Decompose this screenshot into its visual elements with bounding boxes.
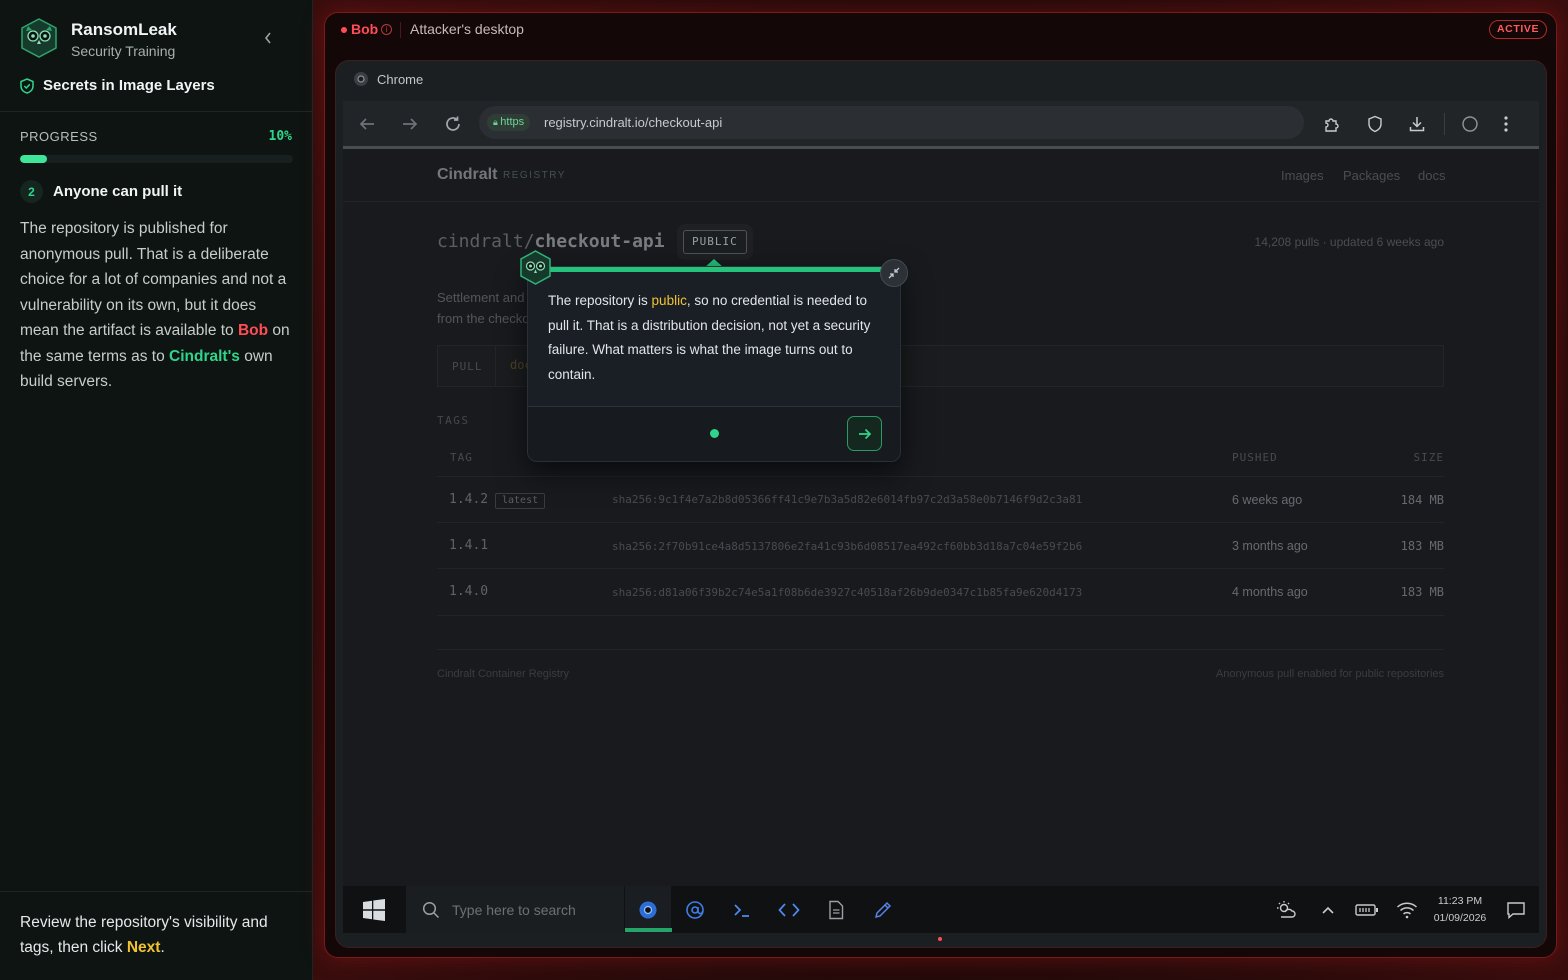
owl-logo-icon: [21, 18, 57, 58]
puzzle-icon: [1325, 117, 1339, 132]
code-icon: [778, 902, 800, 917]
arrow-left-icon: [359, 117, 374, 130]
browser-title: Chrome: [353, 71, 423, 87]
next-button[interactable]: [847, 416, 882, 451]
start-button[interactable]: [343, 886, 405, 933]
popover-highlight: public: [651, 293, 687, 308]
live-dot: [341, 27, 347, 33]
taskbar-mail[interactable]: [672, 886, 718, 933]
step-number-badge: 2: [20, 180, 43, 203]
popover-text: The repository is public, so no credenti…: [548, 289, 888, 387]
chevron-up-icon: [1322, 906, 1334, 914]
weather-tray[interactable]: [1270, 886, 1302, 933]
status-badge: ACTIVE: [1489, 20, 1548, 39]
desc-cindralt: Cindralt's: [169, 347, 240, 365]
frame-indicator-dot: [938, 937, 942, 941]
taskbar-browser[interactable]: [625, 886, 671, 933]
hint-text: .: [160, 939, 165, 956]
battery-tray[interactable]: [1354, 886, 1380, 933]
taskbar-notes[interactable]: [813, 886, 859, 933]
hint-next: Next: [126, 939, 161, 956]
collapse-sidebar-button[interactable]: [263, 30, 273, 51]
pen-icon: [874, 901, 892, 918]
active-app-indicator: [625, 928, 672, 932]
shield-icon: [1368, 115, 1382, 132]
clock-date: 01/09/2026: [1433, 912, 1487, 924]
taskbar-paint[interactable]: [860, 886, 906, 933]
divider: [0, 111, 313, 112]
step-title: Anyone can pull it: [53, 183, 183, 200]
arrow-right-icon: [858, 428, 871, 439]
popover-accent: [528, 267, 900, 272]
downloads-button[interactable]: [1405, 101, 1429, 146]
lesson-title: Secrets in Image Layers: [20, 77, 215, 94]
step-indicator-dot: [710, 429, 719, 438]
frame-user: Bob: [351, 21, 379, 37]
divider: [400, 22, 401, 38]
document-icon: [829, 900, 844, 919]
frame-title: Attacker's desktop: [410, 21, 524, 37]
progress-label: PROGRESS: [20, 129, 98, 144]
taskbar-search[interactable]: Type here to search: [406, 886, 624, 933]
lesson-sidebar: RansomLeak Security Training Secrets in …: [0, 0, 313, 980]
chat-icon: [1507, 901, 1525, 919]
https-badge: 🔒︎ https: [487, 114, 531, 131]
browser-icon: [639, 901, 657, 918]
current-step: 2 Anyone can pull it: [20, 180, 182, 203]
lesson-title-text: Secrets in Image Layers: [43, 77, 215, 94]
taskbar-code-editor[interactable]: [766, 886, 812, 933]
profile-circle-icon: [1462, 115, 1478, 132]
back-button[interactable]: [355, 101, 379, 146]
download-icon: [1409, 116, 1425, 131]
brand: RansomLeak Security Training: [20, 18, 300, 60]
reload-button[interactable]: [441, 101, 465, 146]
more-vertical-icon: [1504, 115, 1508, 132]
taskbar-terminal[interactable]: [719, 886, 765, 933]
battery-icon: [1355, 903, 1378, 916]
search-icon: [422, 901, 440, 918]
collapse-icon: [888, 267, 900, 279]
browser-app-name: Chrome: [377, 71, 424, 87]
shield-icon: [20, 77, 34, 94]
extensions-button[interactable]: [1320, 101, 1344, 146]
chevron-left-icon: [264, 32, 271, 44]
owl-guide-icon: [520, 250, 551, 285]
task-hint: Review the repository's visibility and t…: [0, 891, 313, 980]
minimize-popover-button[interactable]: [880, 259, 908, 287]
brand-title: RansomLeak: [71, 20, 177, 39]
desc-bob: Bob: [237, 322, 269, 339]
progress-bar: [20, 155, 293, 163]
shield-button[interactable]: [1363, 101, 1387, 146]
terminal-icon: [734, 903, 749, 917]
chrome-icon: [354, 72, 368, 86]
wifi-icon: [1396, 902, 1418, 918]
reload-icon: [446, 116, 460, 131]
forward-button[interactable]: [398, 101, 422, 146]
search-placeholder: Type here to search: [452, 901, 576, 918]
arrow-right-icon: [403, 117, 418, 130]
weather-icon: [1277, 900, 1296, 918]
step-description: The repository is published for anonymou…: [20, 216, 295, 395]
divider: [1443, 101, 1445, 146]
url-text[interactable]: registry.cindralt.io/checkout-api: [544, 115, 722, 130]
taskbar-clock[interactable]: 11:23 PM 01/09/2026: [1428, 893, 1492, 927]
profile-button[interactable]: [1458, 101, 1482, 146]
menu-button[interactable]: [1494, 101, 1518, 146]
notifications-button[interactable]: [1503, 886, 1529, 933]
progress-percent: 10%: [268, 129, 292, 144]
show-hidden-icons-button[interactable]: [1316, 886, 1340, 933]
info-icon[interactable]: i: [381, 24, 392, 35]
https-label: https: [500, 116, 525, 128]
wifi-tray[interactable]: [1394, 886, 1420, 933]
brand-subtitle: Security Training: [71, 43, 176, 59]
popover-text-part: The repository is: [548, 293, 652, 308]
progress-bar-fill: [20, 155, 48, 163]
windows-start-icon: [363, 898, 385, 921]
clock-time: 11:23 PM: [1437, 895, 1483, 907]
at-mail-icon: [686, 900, 704, 919]
